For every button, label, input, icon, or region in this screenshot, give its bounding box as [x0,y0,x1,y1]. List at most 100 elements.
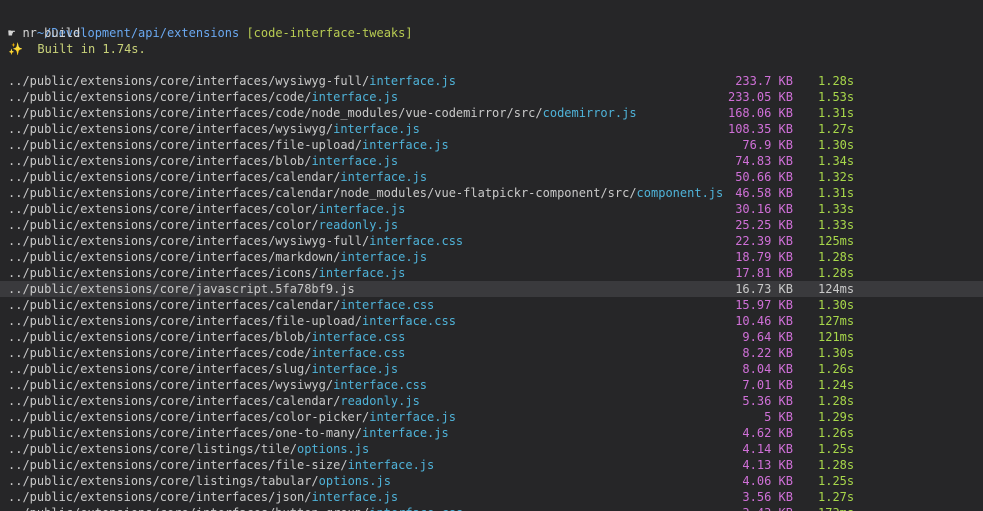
output-dir: ../public/extensions/core/interfaces/wys… [8,74,370,88]
output-size: 15.97 KB [735,298,793,312]
output-row: ../public/extensions/core/interfaces/cod… [0,345,983,361]
output-filename: interface.js [369,74,456,88]
output-time: 1.30s [818,346,855,360]
output-dir: ../public/extensions/core/javascript.5fa… [8,282,355,296]
output-path: ../public/extensions/core/interfaces/mar… [8,249,427,265]
output-filename: interface.css [369,506,463,511]
output-size: 25.25 KB [735,218,793,232]
output-path: ../public/extensions/core/interfaces/blo… [8,153,398,169]
output-time: 1.25s [818,474,855,488]
output-dir: ../public/extensions/core/listings/tile/ [8,442,297,456]
output-time: 1.32s [818,170,855,184]
output-dir: ../public/extensions/core/interfaces/col… [8,218,319,232]
output-path: ../public/extensions/core/interfaces/col… [8,217,398,233]
output-size: 4.14 KB [742,442,793,456]
output-size: 74.83 KB [735,154,793,168]
output-time: 1.33s [818,218,855,232]
output-path: ../public/extensions/core/interfaces/cal… [8,297,434,313]
output-path: ../public/extensions/core/interfaces/ico… [8,265,405,281]
output-filename: options.js [318,474,391,488]
output-size: 16.73 KB [735,282,793,296]
output-dir: ../public/extensions/core/interfaces/cal… [8,394,341,408]
output-row: ../public/extensions/core/interfaces/wys… [0,121,983,137]
output-size: 46.58 KB [735,186,793,200]
output-path: ../public/extensions/core/interfaces/fil… [8,313,456,329]
output-size: 233.7 KB [735,74,793,88]
output-path: ../public/extensions/core/interfaces/jso… [8,489,398,505]
output-time: 1.30s [818,138,855,152]
output-time: 1.26s [818,362,855,376]
output-size: 4.13 KB [742,458,793,472]
output-time: 1.31s [818,186,855,200]
output-filename: interface.css [340,298,435,312]
output-path: ../public/extensions/core/interfaces/cal… [8,169,427,185]
output-filename: interface.js [340,250,428,264]
output-dir: ../public/extensions/core/interfaces/wys… [8,234,370,248]
output-time: 1.34s [818,154,855,168]
output-time: 1.28s [818,74,855,88]
output-size: 5 KB [764,410,793,424]
output-size: 7.01 KB [742,378,793,392]
output-row: ../public/extensions/core/listings/tabul… [0,473,983,489]
output-filename: interface.js [347,458,435,472]
output-row: ../public/extensions/core/interfaces/col… [0,217,983,233]
output-row: ../public/extensions/core/interfaces/cal… [0,393,983,409]
output-row: ../public/extensions/core/interfaces/fil… [0,313,983,329]
output-dir: ../public/extensions/core/interfaces/slu… [8,362,312,376]
command-line: ☛ nr build [8,26,81,40]
output-dir: ../public/extensions/core/listings/tabul… [8,474,319,488]
output-size: 17.81 KB [735,266,793,280]
output-row: ../public/extensions/core/interfaces/cal… [0,297,983,313]
output-path: ../public/extensions/core/interfaces/blo… [8,329,405,345]
output-row: ../public/extensions/core/interfaces/blo… [0,329,983,345]
output-filename: interface.css [311,330,406,344]
output-row: ../public/extensions/core/interfaces/wys… [0,73,983,89]
build-status: ✨ Built in 1.74s. [8,42,146,56]
output-time: 1.28s [818,250,855,264]
output-filename: codemirror.js [542,106,637,120]
output-path: ../public/extensions/core/interfaces/col… [8,201,405,217]
output-size: 4.06 KB [742,474,793,488]
output-size: 30.16 KB [735,202,793,216]
output-time: 125ms [818,234,855,248]
output-dir: ../public/extensions/core/interfaces/one… [8,426,363,440]
output-dir: ../public/extensions/core/interfaces/fil… [8,458,348,472]
output-dir: ../public/extensions/core/interfaces/ico… [8,266,319,280]
output-path: ../public/extensions/core/interfaces/col… [8,409,456,425]
output-time: 1.53s [818,90,855,104]
output-time: 1.30s [818,298,855,312]
output-filename: interface.js [311,490,399,504]
output-row: ../public/extensions/core/interfaces/blo… [0,153,983,169]
terminal-window[interactable]: ~/Development/api/extensions [code-inter… [0,0,983,511]
output-time: 124ms [818,282,855,296]
output-size: 108.35 KB [727,122,793,136]
output-dir: ../public/extensions/core/interfaces/cal… [8,170,341,184]
output-filename: interface.js [362,426,449,440]
output-path: ../public/extensions/core/interfaces/one… [8,425,449,441]
output-path: ../public/extensions/core/interfaces/wys… [8,73,456,89]
output-dir: ../public/extensions/core/interfaces/cod… [8,346,312,360]
output-size: 9.64 KB [742,330,793,344]
output-time: 173ms [818,505,878,511]
output-path: ../public/extensions/core/interfaces/fil… [8,137,449,153]
output-dir: ../public/extensions/core/interfaces/cod… [8,90,312,104]
output-row: ../public/extensions/core/interfaces/slu… [0,361,983,377]
output-path: ../public/extensions/core/interfaces/cod… [8,89,398,105]
output-row: ../public/extensions/core/interfaces/ico… [0,265,983,281]
output-size: 10.46 KB [735,314,793,328]
output-dir: ../public/extensions/core/interfaces/wys… [8,378,334,392]
output-filename: interface.js [318,202,406,216]
output-row: ../public/extensions/core/interfaces/wys… [0,233,983,249]
output-row: ../public/extensions/core/interfaces/one… [0,425,983,441]
output-size: 168.06 KB [727,106,793,120]
output-size: 4.62 KB [742,426,793,440]
output-dir: ../public/extensions/core/interfaces/col… [8,202,319,216]
output-path: ../public/extensions/core/interfaces/slu… [8,361,398,377]
output-dir: ../public/extensions/core/interfaces/wys… [8,122,334,136]
output-time: 1.27s [818,122,855,136]
output-row: ../public/extensions/core/interfaces/fil… [0,457,983,473]
output-dir: ../public/extensions/core/interfaces/blo… [8,330,312,344]
output-filename: interface.js [362,138,449,152]
output-size: 8.04 KB [742,362,793,376]
output-filename: interface.js [311,362,399,376]
